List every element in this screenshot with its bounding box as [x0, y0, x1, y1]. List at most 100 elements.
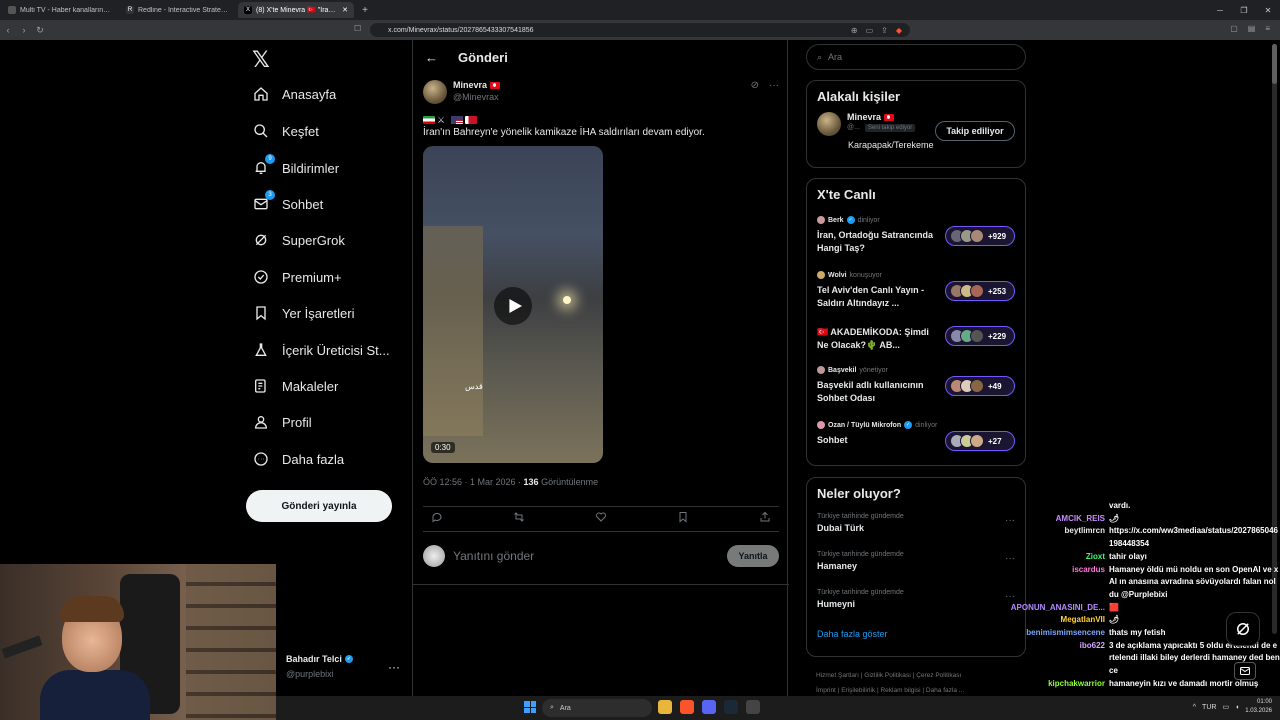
sidebar-item-home[interactable]: Anasayfa	[252, 78, 336, 110]
tweet-top-actions: ⊘ ···	[751, 80, 779, 91]
chat-user: AMCIK_REIS	[1055, 513, 1105, 523]
tray-arrow-icon[interactable]: ^	[1193, 704, 1196, 711]
reload-icon[interactable]: ↻	[32, 25, 48, 36]
scrollbar-thumb[interactable]	[1272, 44, 1277, 84]
play-button[interactable]	[494, 287, 532, 325]
space-item[interactable]: Başvekil yönetiyor Başvekil adlı kullanıc…	[807, 360, 1025, 415]
share-tweet-icon[interactable]	[759, 510, 771, 528]
sidebar-item-more[interactable]: Daha fazla	[252, 443, 344, 475]
sidebar-item-bookmarks[interactable]: Yer İşaretleri	[252, 297, 355, 329]
minimize-button[interactable]: ─	[1208, 6, 1232, 15]
verified-badge-icon: ✓	[846, 216, 855, 224]
back-nav-icon[interactable]: ‹	[0, 25, 16, 35]
tweet-video[interactable]: قدس 0:30	[423, 146, 603, 463]
taskbar-search[interactable]: ⌕ Ara	[542, 699, 652, 717]
x-logo-icon: X	[244, 6, 252, 14]
zoom-icon[interactable]: ⊕	[851, 26, 858, 35]
bookmark-page-icon[interactable]: ☐	[354, 24, 361, 33]
host-avatar	[817, 216, 825, 224]
close-window-button[interactable]: ✕	[1256, 6, 1280, 15]
network-icon[interactable]: ▭	[1222, 703, 1229, 711]
sidebar-item-profile[interactable]: Profil	[252, 406, 312, 438]
volume-icon[interactable]: ◖	[1235, 704, 1239, 711]
author-handle[interactable]: @Minevrax	[453, 92, 500, 102]
search-input[interactable]: ⌕ Ara	[806, 44, 1026, 70]
footer-link[interactable]: Reklam bilgisi	[880, 687, 920, 694]
steam-icon[interactable]	[724, 700, 738, 714]
url-text: x.com/Minevrax/status/202786543330754185…	[388, 26, 534, 34]
mail-icon: 3	[252, 190, 275, 213]
browser-tab-active[interactable]: X (8) X'te Minevra 🇹🇷 "İran'ın Bahreyn'e…	[238, 2, 354, 18]
grok-floating-button[interactable]	[1226, 612, 1260, 646]
post-button[interactable]: Gönderi yayınla	[246, 490, 392, 522]
taskbar-clock[interactable]: 01:00 1.03.2026	[1245, 698, 1272, 716]
share-icon[interactable]: ⇪	[881, 26, 888, 35]
x-logo-icon[interactable]: 𝕏	[252, 48, 270, 73]
footer-link[interactable]: İmprint	[816, 687, 836, 694]
close-tab-icon[interactable]: ✕	[342, 6, 348, 14]
related-person-handle: @...	[847, 124, 860, 131]
sidebar-item-label: Keşfet	[282, 123, 319, 139]
space-item[interactable]: Berk ✓ dinliyor İran, Ortadoğu Satrancında…	[807, 210, 1025, 265]
language-indicator[interactable]: TUR	[1202, 704, 1216, 711]
brave-browser-icon[interactable]	[680, 700, 694, 714]
grok-explain-icon[interactable]: ⊘	[751, 80, 759, 91]
sidebar-item-supergrok[interactable]: SuperGrok	[252, 224, 345, 256]
reply-button[interactable]: Yanıtla	[727, 545, 779, 567]
footer-link[interactable]: Çerez Politikası	[916, 672, 961, 679]
windows-start-icon[interactable]	[524, 701, 536, 713]
forward-nav-icon[interactable]: ›	[16, 25, 32, 35]
new-tab-button[interactable]: +	[358, 5, 372, 16]
back-arrow-icon[interactable]: ←	[425, 50, 438, 65]
person-icon	[252, 413, 270, 431]
sidebar-item-articles[interactable]: Makaleler	[252, 370, 338, 402]
footer-link[interactable]: Daha fazla ...	[926, 687, 964, 694]
retweet-icon[interactable]	[513, 510, 525, 528]
chat-text: tahir olayı	[1109, 551, 1147, 561]
brave-shield-icon[interactable]: ◆	[896, 26, 902, 35]
account-more-icon[interactable]: ···	[388, 660, 400, 674]
host-avatar	[817, 421, 825, 429]
like-icon[interactable]	[595, 510, 607, 528]
space-host-role: dinliyor	[857, 216, 880, 224]
account-switcher[interactable]: Bahadır Telci ✓ @purplebixi	[286, 654, 353, 679]
sidebar-item-chat[interactable]: 3 Sohbet	[252, 188, 323, 220]
verified-icon	[252, 268, 270, 286]
sidebar-item-notifications[interactable]: 9 Bildirimler	[252, 152, 339, 184]
sidebar-item-premium[interactable]: Premium+	[252, 261, 342, 293]
author-name[interactable]: Minevra	[453, 80, 487, 90]
following-button[interactable]: Takip ediliyor	[935, 121, 1015, 141]
maximize-button[interactable]: ❐	[1232, 6, 1256, 15]
messages-floating-button[interactable]	[1234, 662, 1256, 680]
menu-icon[interactable]: ≡	[1265, 24, 1270, 33]
search-placeholder: Ara	[828, 52, 843, 62]
tweet-timestamp[interactable]: ÖÖ 12:56 · 1 Mar 2026 ·	[423, 477, 524, 487]
trend-name: Humeyni	[817, 599, 856, 609]
space-item[interactable]: Wolvi konuşuyor Tel Aviv'den Canlı Yayın …	[807, 265, 1025, 320]
bookmark-tweet-icon[interactable]	[677, 510, 689, 528]
tweet-more-icon[interactable]: ···	[769, 80, 779, 91]
file-explorer-icon[interactable]	[658, 700, 672, 714]
search-icon: ⌕	[817, 51, 823, 62]
reply-composer: Yanıtını gönder Yanıtla	[423, 538, 779, 574]
reply-icon[interactable]	[431, 510, 443, 528]
discord-icon[interactable]	[702, 700, 716, 714]
cast-icon[interactable]: ▭	[866, 26, 874, 35]
extensions-icon[interactable]: ▢	[1230, 24, 1238, 33]
footer-link[interactable]: Erişilebilirlik	[841, 687, 875, 694]
reply-input[interactable]: Yanıtını gönder	[453, 549, 719, 563]
footer-link[interactable]: Hizmet Şartları	[816, 672, 859, 679]
space-host-name: Ozan / Tüylü Mikrofon	[828, 421, 902, 429]
space-item[interactable]: 🇹🇷 AKADEMİKODA: Şimdi Ne Olacak?🌵 AB... …	[807, 320, 1025, 360]
address-bar[interactable]: x.com/Minevrax/status/202786543330754185…	[370, 23, 910, 37]
space-item[interactable]: Ozan / Tüylü Mikrofon ✓ dinliyor Sohbet +2…	[807, 415, 1025, 470]
browser-tab[interactable]: R Redline - Interactive Strategic Map	[120, 2, 236, 18]
sidebar-item-explore[interactable]: Keşfet	[252, 115, 319, 147]
sidebar-icon[interactable]: ▤	[1248, 24, 1256, 33]
footer-link[interactable]: Gizlilik Politikası	[864, 672, 911, 679]
browser-tab[interactable]: Multi TV - Haber kanallarını aynı anda	[2, 2, 118, 18]
sidebar-item-creator-studio[interactable]: İçerik Üreticisi St...	[252, 334, 390, 366]
obs-icon[interactable]	[746, 700, 760, 714]
author-avatar[interactable]	[423, 80, 447, 104]
chat-user: kipchakwarrior	[1048, 678, 1105, 688]
